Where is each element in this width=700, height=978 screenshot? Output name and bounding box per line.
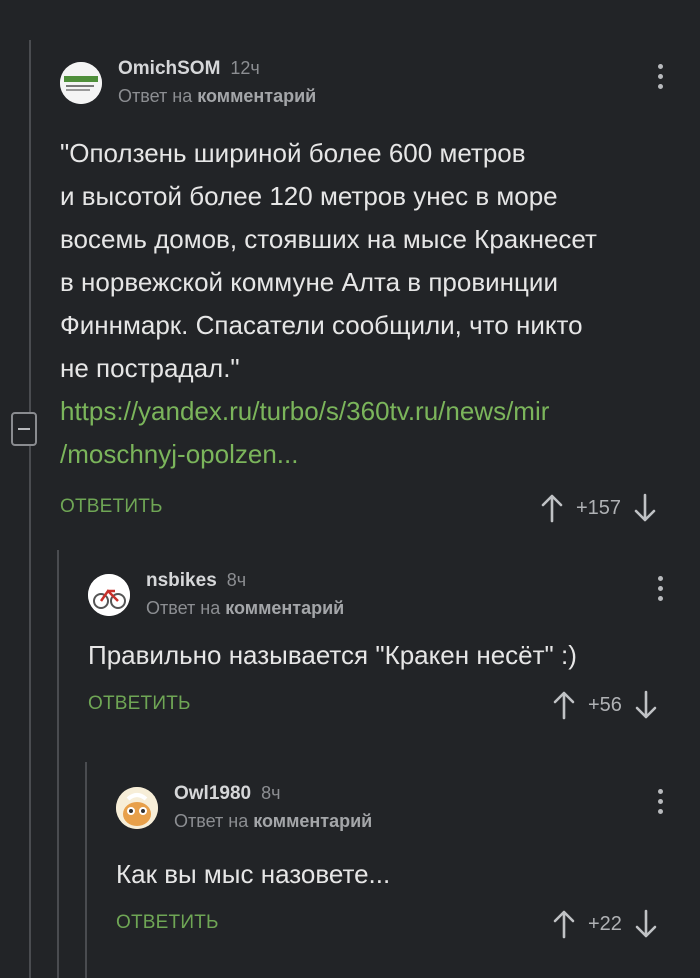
reply-to-link[interactable]: комментарий [197, 86, 316, 106]
comment-header: Owl1980 8ч Ответ на комментарий [116, 783, 680, 839]
vote-controls: +22 [552, 904, 658, 944]
comment-nsbikes: nsbikes 8ч Ответ на комментарий Правильно… [88, 570, 680, 725]
username[interactable]: nsbikes 8ч [146, 570, 246, 592]
comment-text-line: "Оползень шириной более 600 метров [60, 138, 526, 168]
vote-controls: +157 [540, 488, 657, 528]
comment-footer: ОТВЕТИТЬ +157 [60, 488, 680, 528]
arrow-up-icon[interactable] [552, 690, 576, 720]
comment-body: Как вы мыс назовете... [116, 853, 680, 896]
username-text[interactable]: OmichSOM [118, 58, 220, 79]
thread-line-level-2 [57, 550, 59, 978]
avatar[interactable] [60, 62, 102, 104]
reply-to: Ответ на комментарий [118, 86, 316, 107]
comment-text-line: и высотой более 120 метров унес в море [60, 181, 558, 211]
comment-text-line: в норвежской коммуне Алта в провинции [60, 267, 558, 297]
collapse-thread-button[interactable] [11, 412, 37, 446]
reply-to: Ответ на комментарий [174, 811, 372, 832]
comment-footer: ОТВЕТИТЬ +56 [88, 685, 680, 725]
comment-link[interactable]: /moschnyj-opolzen... [60, 433, 680, 476]
comment-text-line: восемь домов, стоявших на мысе Кракнесет [60, 224, 597, 254]
comment-text-line: не пострадал." [60, 353, 240, 383]
reply-to: Ответ на комментарий [146, 598, 344, 619]
more-vertical-icon[interactable] [658, 576, 664, 601]
thread-line-level-1 [29, 40, 31, 978]
comment-time: 8ч [226, 570, 247, 590]
reply-to-link[interactable]: комментарий [225, 598, 344, 618]
more-vertical-icon[interactable] [658, 64, 664, 89]
comment-text-line: Правильно называется "Кракен несёт" :) [88, 640, 577, 670]
reply-to-prefix: Ответ на [118, 86, 193, 106]
username[interactable]: OmichSOM 12ч [118, 58, 260, 80]
comment-body: Правильно называется "Кракен несёт" :) [88, 634, 680, 677]
reply-to-prefix: Ответ на [146, 598, 221, 618]
reply-to-prefix: Ответ на [174, 811, 249, 831]
username-text[interactable]: nsbikes [146, 570, 217, 591]
comment-time: 8ч [261, 783, 281, 803]
username-text[interactable]: Owl1980 [174, 783, 251, 804]
arrow-down-icon[interactable] [634, 909, 658, 939]
reply-button[interactable]: ОТВЕТИТЬ [88, 693, 191, 715]
arrow-down-icon[interactable] [633, 493, 657, 523]
comment-score: +157 [576, 496, 622, 519]
comment-text-line: Финнмарк. Спасатели сообщили, что никто [60, 310, 583, 340]
comment-score: +56 [588, 693, 622, 716]
comment-omichsom: OmichSOM 12ч Ответ на комментарий "Оползе… [60, 58, 680, 528]
reply-to-link[interactable]: комментарий [253, 811, 372, 831]
comment-link[interactable]: https://yandex.ru/turbo/s/360tv.ru/news/… [60, 390, 680, 433]
username[interactable]: Owl1980 8ч [174, 783, 281, 805]
arrow-up-icon[interactable] [552, 909, 576, 939]
arrow-up-icon[interactable] [540, 493, 564, 523]
comment-text-line: Как вы мыс назовете... [116, 859, 391, 889]
comment-header: nsbikes 8ч Ответ на комментарий [88, 570, 680, 626]
comment-body: "Оползень шириной более 600 метров и выс… [60, 132, 680, 476]
reply-button[interactable]: ОТВЕТИТЬ [116, 912, 219, 934]
more-vertical-icon[interactable] [658, 789, 664, 814]
comment-thread: OmichSOM 12ч Ответ на комментарий "Оползе… [0, 0, 700, 978]
comment-header: OmichSOM 12ч Ответ на комментарий [60, 58, 680, 114]
arrow-down-icon[interactable] [634, 690, 658, 720]
avatar[interactable] [88, 574, 130, 616]
thread-line-level-3 [85, 762, 87, 978]
comment-score: +22 [588, 912, 622, 935]
avatar[interactable] [116, 787, 158, 829]
vote-controls: +56 [552, 685, 658, 725]
comment-footer: ОТВЕТИТЬ +22 [116, 904, 680, 944]
reply-button[interactable]: ОТВЕТИТЬ [60, 496, 163, 518]
comment-time: 12ч [230, 58, 260, 78]
comment-owl1980: Owl1980 8ч Ответ на комментарий Как вы мы… [116, 783, 680, 944]
